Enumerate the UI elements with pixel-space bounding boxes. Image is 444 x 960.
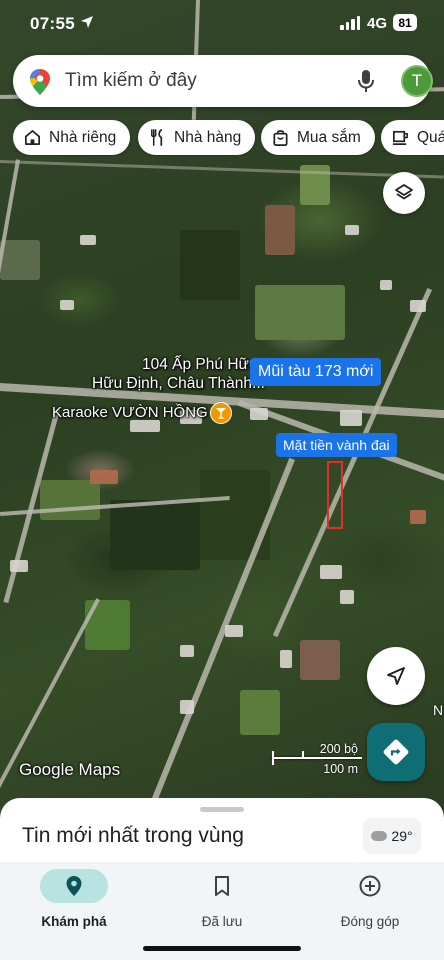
chip-cafe[interactable]: Quá	[381, 120, 444, 155]
directions-icon	[383, 739, 409, 765]
nav-saved-label: Đã lưu	[201, 914, 243, 929]
address-label-line1: 104 Ấp Phú Hữu,	[142, 356, 262, 373]
chip-home-label: Nhà riêng	[49, 128, 117, 146]
scale-label-metric: 100 m	[323, 762, 358, 776]
nav-explore-label: Khám phá	[41, 914, 107, 929]
cellular-signal-icon	[340, 16, 360, 30]
chip-cafe-label: Quá	[417, 128, 444, 146]
scale-label-imperial: 200 bộ	[319, 742, 358, 756]
explore-pin-icon	[66, 876, 82, 896]
address-label-line2: Hữu Định, Châu Thành...	[92, 375, 265, 392]
bottom-navigation: Khám phá Đã lưu Đóng góp	[0, 862, 444, 960]
location-arrow-icon	[81, 16, 93, 28]
chip-restaurants[interactable]: Nhà hàng	[138, 120, 256, 155]
nav-saved[interactable]: Đã lưu	[167, 869, 277, 929]
nav-contribute[interactable]: Đóng góp	[315, 869, 425, 929]
chip-shopping-label: Mua sắm	[297, 128, 361, 146]
map-tag-mat-tien[interactable]: Mặt tiền vành đai	[276, 433, 397, 457]
account-avatar[interactable]: T	[401, 65, 433, 97]
chip-home[interactable]: Nhà riêng	[13, 120, 131, 155]
layers-icon	[395, 184, 413, 200]
google-maps-logo: Google Maps	[19, 760, 121, 779]
restaurant-icon	[151, 129, 163, 146]
karaoke-pin-icon[interactable]	[210, 402, 232, 424]
sheet-title: Tin mới nhất trong vùng	[22, 824, 244, 847]
map-tag-mui-tau[interactable]: Mũi tàu 173 mới	[250, 358, 382, 386]
poi-label[interactable]: Karaoke VƯỜN HỒNG	[52, 404, 208, 421]
bookmark-icon	[215, 876, 229, 896]
battery-indicator: 81	[393, 14, 417, 31]
search-input[interactable]: Tìm kiếm ở đây	[65, 70, 197, 92]
home-icon	[24, 129, 41, 146]
chip-restaurants-label: Nhà hàng	[174, 128, 242, 146]
coffee-icon	[392, 130, 408, 146]
status-bar: 07:55 4G 81	[0, 0, 444, 46]
nav-explore[interactable]: Khám phá	[19, 869, 129, 929]
cloud-icon	[371, 831, 388, 841]
highlighted-plot-outline	[327, 461, 343, 529]
network-type: 4G	[367, 15, 388, 32]
map-edge-label: N	[433, 702, 444, 718]
directions-button[interactable]	[367, 723, 425, 781]
sheet-drag-handle[interactable]	[200, 807, 244, 812]
bottom-sheet[interactable]: Tin mới nhất trong vùng 29°	[0, 798, 444, 868]
nav-contribute-label: Đóng góp	[340, 914, 400, 929]
layers-button[interactable]	[383, 172, 425, 214]
map-scale: 200 bộ 100 m	[272, 742, 362, 776]
category-chips: Nhà riêng Nhà hàng Mua sắm Quá	[13, 120, 444, 156]
my-location-button[interactable]	[367, 647, 425, 705]
navigation-arrow-icon	[387, 667, 405, 685]
search-bar[interactable]: Tìm kiếm ở đây T	[13, 55, 433, 107]
home-indicator[interactable]	[143, 946, 301, 951]
chip-shopping[interactable]: Mua sắm	[261, 120, 375, 155]
google-maps-pin-icon	[30, 69, 50, 95]
microphone-icon[interactable]	[357, 69, 375, 93]
add-circle-icon	[359, 875, 381, 897]
weather-chip[interactable]: 29°	[363, 818, 421, 854]
weather-temperature: 29°	[391, 828, 413, 844]
cocktail-icon	[216, 408, 226, 419]
status-time: 07:55	[30, 14, 75, 33]
shopping-bag-icon	[273, 130, 288, 146]
